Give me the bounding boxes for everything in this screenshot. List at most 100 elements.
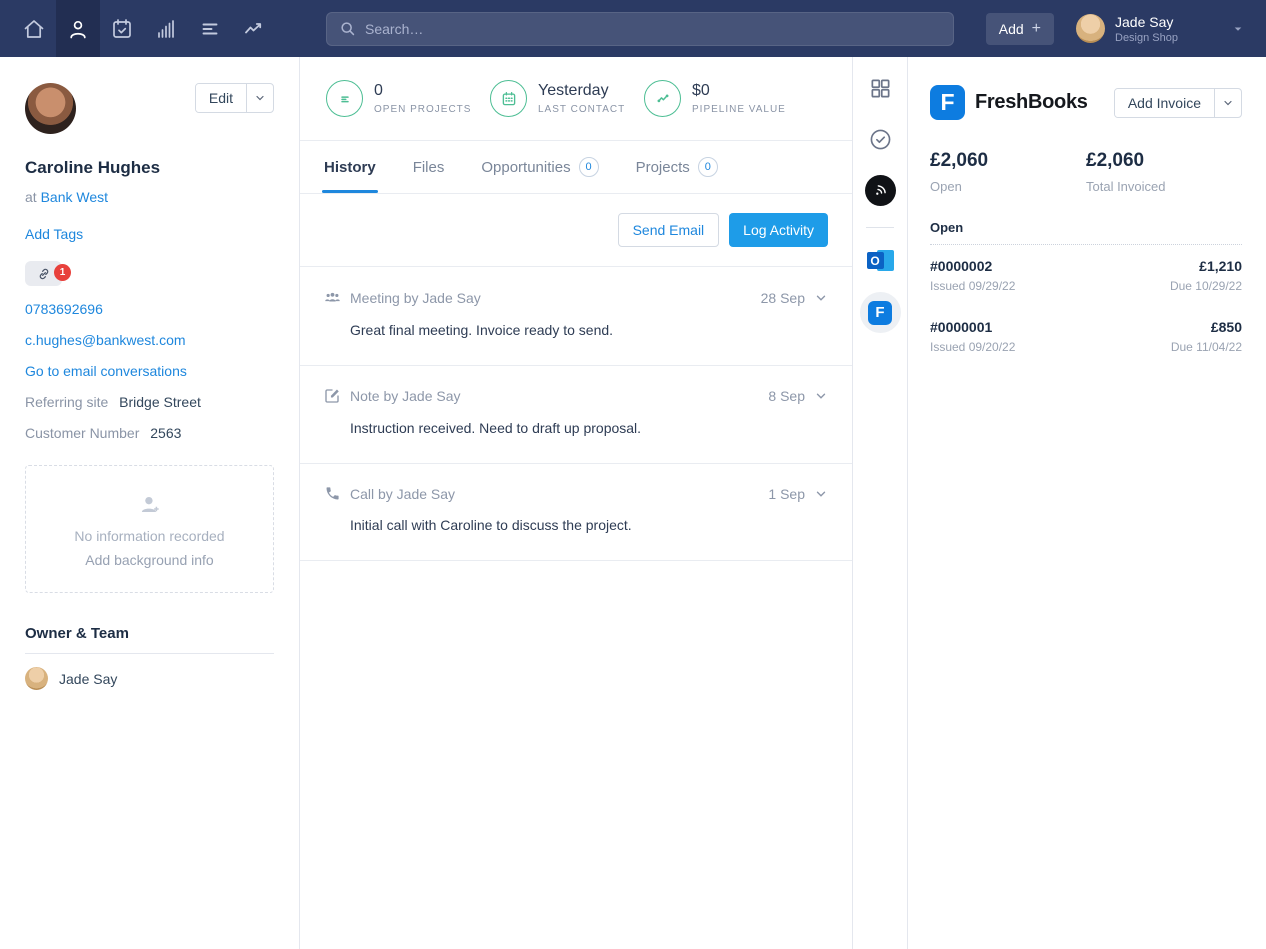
integrations-rail: O F: [853, 57, 908, 949]
entry-title: Meeting by Jade Say: [350, 289, 481, 306]
email-conversations-link[interactable]: Go to email conversations: [25, 363, 274, 379]
edit-button[interactable]: Edit: [195, 84, 246, 112]
tasks-calendar-icon[interactable]: [100, 0, 144, 57]
fb-stat-value: £2,060: [930, 150, 989, 171]
field-value: Bridge Street: [119, 394, 201, 410]
search-input[interactable]: [365, 20, 941, 37]
invoice-number: #0000001: [930, 319, 993, 335]
contact-avatar: [25, 83, 76, 134]
stat-last-contact: Yesterday LAST CONTACT: [490, 80, 630, 117]
broadcast-icon[interactable]: [864, 175, 896, 206]
entry-body: Initial call with Caroline to discuss th…: [350, 517, 632, 533]
user-name: Jade Say: [1115, 13, 1174, 30]
fb-stat-total: £2,060 Total Invoiced: [1086, 150, 1242, 194]
user-company: Design Shop: [1115, 31, 1178, 44]
send-email-button[interactable]: Send Email: [617, 213, 720, 247]
timeline-entry-meeting: Meeting by Jade Say 28 Sep Great final m…: [300, 267, 852, 366]
entry-date: 1 Sep: [768, 485, 805, 502]
entry-title: Note by Jade Say: [350, 388, 461, 404]
add-tags-link[interactable]: Add Tags: [25, 226, 274, 242]
owner-team-heading: Owner & Team: [25, 625, 274, 654]
owner-avatar: [25, 667, 48, 690]
add-invoice-chevron-down-icon[interactable]: [1214, 88, 1241, 117]
stat-value: Yesterday: [538, 82, 609, 99]
top-navbar: Add + Jade Say Design Shop: [0, 0, 1266, 57]
add-button[interactable]: Add +: [985, 12, 1054, 45]
tab-label: Files: [412, 158, 445, 176]
edit-chevron-down-icon[interactable]: [246, 84, 273, 112]
background-info-box: No information recorded Add background i…: [25, 465, 274, 593]
meeting-icon: [322, 288, 342, 307]
invoice-row[interactable]: #0000002 Issued 09/29/22 £1,210 Due 10/2…: [930, 245, 1242, 306]
search-bar: [326, 11, 954, 46]
freshbooks-panel: F FreshBooks Add Invoice £2,060 Open £2,…: [908, 57, 1266, 949]
outlook-icon[interactable]: O: [866, 248, 894, 273]
chevron-down-icon[interactable]: [1232, 23, 1244, 35]
field-label: Customer Number: [25, 425, 140, 441]
user-avatar: [1076, 14, 1105, 43]
owner-row[interactable]: Jade Say: [25, 667, 274, 690]
note-icon: [322, 387, 342, 405]
trend-icon: [644, 80, 681, 117]
freshbooks-icon[interactable]: F: [859, 292, 901, 333]
stats-bar: 0 OPEN PROJECTS Yesterday LAST CONTACT $…: [300, 57, 852, 141]
owner-name: Jade Say: [59, 670, 118, 687]
bar-chart-icon[interactable]: [144, 0, 188, 57]
main-content: 0 OPEN PROJECTS Yesterday LAST CONTACT $…: [300, 57, 853, 949]
person-add-icon: [38, 492, 261, 518]
tab-label: Projects: [635, 158, 690, 176]
fb-stat-value: £2,060: [1086, 150, 1145, 171]
stat-label: PIPELINE VALUE: [692, 104, 786, 115]
content-tabs: History Files Opportunities 0 Projects 0: [300, 141, 852, 194]
tab-projects[interactable]: Projects 0: [636, 141, 718, 193]
check-circle-icon[interactable]: [868, 127, 893, 152]
edit-split-button: Edit: [194, 83, 274, 113]
plus-icon: +: [1031, 19, 1041, 37]
entry-body: Instruction received. Need to draft up p…: [350, 420, 642, 436]
add-invoice-button[interactable]: Add Invoice: [1114, 88, 1214, 117]
apps-grid-icon[interactable]: [869, 77, 892, 100]
field-label: Referring site: [25, 394, 109, 410]
trend-icon[interactable]: [232, 0, 276, 57]
contacts-icon[interactable]: [56, 0, 100, 57]
user-menu[interactable]: Jade Say Design Shop: [1076, 14, 1244, 44]
entry-date: 8 Sep: [768, 388, 805, 404]
entry-body: Great final meeting. Invoice ready to se…: [350, 322, 614, 338]
stat-value: $0: [692, 82, 710, 99]
company-link[interactable]: Bank West: [41, 189, 108, 205]
attachments-count-badge: 1: [54, 264, 71, 281]
company-prefix: at: [25, 189, 37, 205]
tab-count-badge: 0: [578, 157, 599, 177]
chevron-down-icon[interactable]: [814, 291, 828, 305]
home-icon[interactable]: [12, 0, 56, 57]
log-activity-button[interactable]: Log Activity: [729, 213, 828, 247]
invoice-due: Due 11/04/22: [1170, 340, 1242, 354]
fb-stat-open: £2,060 Open: [930, 150, 1086, 194]
tab-label: Opportunities: [481, 158, 571, 176]
field-referring-site: Referring site Bridge Street: [25, 394, 274, 410]
tab-history[interactable]: History: [322, 141, 378, 193]
attachments-chip[interactable]: 1: [25, 261, 71, 286]
background-empty-text: No information recorded: [74, 528, 225, 544]
chevron-down-icon[interactable]: [814, 389, 828, 403]
stat-value: 0: [374, 82, 383, 99]
invoice-row[interactable]: #0000001 Issued 09/20/22 £850 Due 11/04/…: [930, 306, 1242, 367]
freshbooks-logo-icon: F: [930, 85, 965, 120]
invoice-number: #0000002: [930, 258, 993, 274]
timeline-entry-call: Call by Jade Say 1 Sep Initial call with…: [300, 464, 852, 561]
chevron-down-icon[interactable]: [814, 487, 828, 501]
stat-open-projects: 0 OPEN PROJECTS: [326, 80, 476, 117]
tab-label: History: [324, 158, 376, 176]
field-customer-number: Customer Number 2563: [25, 425, 274, 441]
email-link[interactable]: c.hughes@bankwest.com: [25, 332, 274, 348]
tab-opportunities[interactable]: Opportunities 0: [481, 141, 599, 193]
invoice-amount: £1,210: [1199, 258, 1242, 274]
add-background-link[interactable]: Add background info: [38, 552, 261, 568]
stat-pipeline-value: $0 PIPELINE VALUE: [644, 80, 786, 117]
tab-files[interactable]: Files: [413, 141, 445, 193]
call-icon: [322, 485, 342, 502]
add-invoice-split-button: Add Invoice: [1113, 87, 1242, 118]
phone-link[interactable]: 0783692696: [25, 301, 274, 317]
invoice-amount: £850: [1210, 319, 1242, 335]
lists-icon[interactable]: [188, 0, 232, 57]
